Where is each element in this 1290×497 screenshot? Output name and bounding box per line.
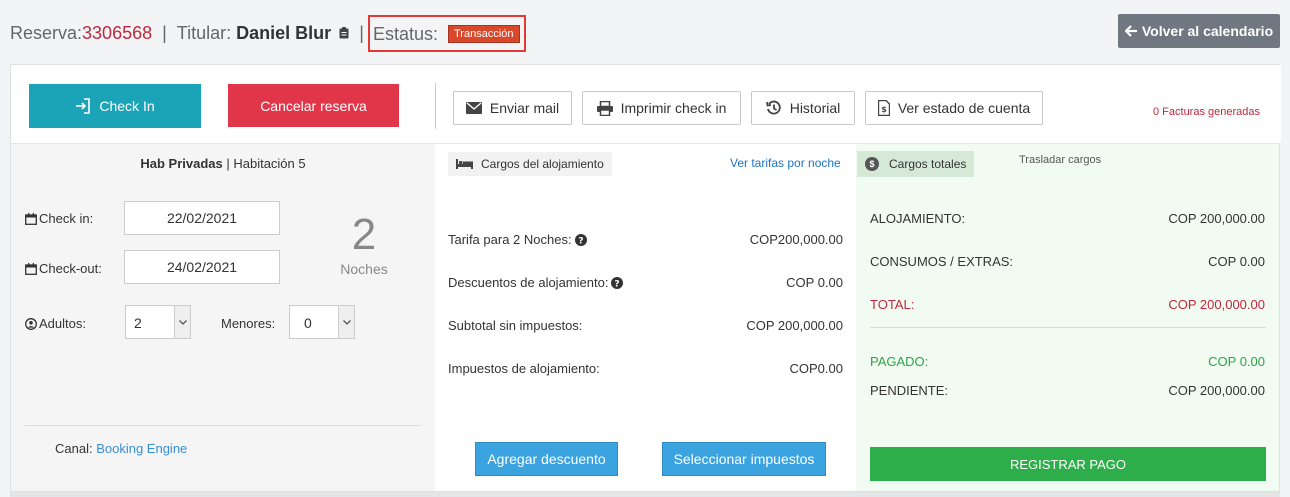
back-to-calendar-button[interactable]: Volver al calendario <box>1118 14 1280 48</box>
adults-select[interactable]: 2 <box>125 305 191 339</box>
minors-label: Menores: <box>221 316 276 331</box>
channel-info: Canal: Booking Engine <box>55 441 187 456</box>
cancel-reservation-button[interactable]: Cancelar reserva <box>228 84 399 127</box>
clipboard-icon[interactable] <box>339 27 349 39</box>
separator: | <box>162 22 167 43</box>
adults-value: 2 <box>134 315 142 331</box>
nights-count: 2 <box>351 210 377 259</box>
taxes-label: Impuestos de alojamiento: <box>448 361 600 376</box>
page-header: Reserva: 3306568 | Titular: Daniel Blur |… <box>0 0 1290 64</box>
page-bottom-strip <box>10 492 1280 497</box>
invoices-count: 0 Facturas generadas <box>1153 106 1261 118</box>
pending-value: COP 200,000.00 <box>1168 383 1265 398</box>
chevron-down-icon <box>338 306 354 338</box>
question-circle-icon[interactable]: ? <box>574 233 587 246</box>
subtotal-label: Subtotal sin impuestos: <box>448 318 583 333</box>
svg-text:?: ? <box>578 236 583 246</box>
accommodation-charges-panel: Cargos del alojamiento Ver tarifas por n… <box>435 144 856 491</box>
separator: | <box>359 22 364 43</box>
taxes-value: COP0.00 <box>789 361 843 376</box>
send-mail-label: Enviar mail <box>489 100 560 116</box>
reservation-summary: Reserva: 3306568 | Titular: Daniel Blur | <box>10 20 374 46</box>
total-charges-panel: $ Cargos totales Trasladar cargos ALOJAM… <box>856 144 1279 491</box>
register-payment-button[interactable]: REGISTRAR PAGO <box>870 447 1266 481</box>
paid-label: PAGADO: <box>870 354 929 369</box>
estatus-label: Estatus: <box>373 24 439 44</box>
total-charges-tab[interactable]: $ Cargos totales <box>857 151 975 177</box>
divider <box>25 425 421 426</box>
account-statement-button[interactable]: $ Ver estado de cuenta <box>865 91 1043 125</box>
print-icon <box>596 100 613 116</box>
reserva-label: Reserva: <box>10 22 83 43</box>
nights-label: Noches <box>340 261 388 277</box>
stay-details-panel: Hab Privadas | Habitación 5 Check in: Ch… <box>11 144 435 491</box>
channel-label: Canal: <box>55 441 93 456</box>
select-taxes-button[interactable]: Seleccionar impuestos <box>662 442 826 476</box>
svg-text:$: $ <box>881 105 887 114</box>
check-out-date-label: Check-out: <box>25 261 102 276</box>
pending-label: PENDIENTE: <box>870 383 949 398</box>
calendar-icon <box>25 262 37 275</box>
action-toolbar: Check In Cancelar reserva Enviar mail Im… <box>11 65 1281 144</box>
transfer-charges-link[interactable]: Trasladar cargos <box>1019 154 1101 166</box>
room-info: Hab Privadas | Habitación 5 <box>11 156 435 171</box>
check-out-date-field[interactable] <box>124 250 280 284</box>
discounts-value: COP 0.00 <box>786 275 843 290</box>
invoice-icon: $ <box>877 100 890 116</box>
total-value: COP 200,000.00 <box>1168 297 1265 312</box>
subtotal-value: COP 200,000.00 <box>746 318 843 333</box>
rate-value: COP200,000.00 <box>749 232 843 247</box>
extras-label: CONSUMOS / EXTRAS: <box>870 254 1014 269</box>
account-label: Ver estado de cuenta <box>897 100 1031 116</box>
svg-text:?: ? <box>615 279 620 289</box>
titular-name: Daniel Blur <box>236 22 332 43</box>
print-label: Imprimir check in <box>620 100 727 116</box>
envelope-icon <box>465 102 482 114</box>
arrow-left-icon <box>1124 25 1137 37</box>
room-name: Habitación 5 <box>233 156 306 171</box>
minors-select[interactable]: 0 <box>289 305 355 339</box>
user-circle-icon <box>25 317 37 330</box>
divider <box>870 327 1266 328</box>
total-label: TOTAL: <box>870 297 915 312</box>
nightly-rates-link[interactable]: Ver tarifas por noche <box>730 156 841 170</box>
reservation-card: Check In Cancelar reserva Enviar mail Im… <box>10 64 1281 492</box>
history-label: Historial <box>789 100 841 116</box>
calendar-icon <box>25 212 37 225</box>
status-highlight: Estatus: Transacción <box>368 15 526 52</box>
check-in-date-label: Check in: <box>25 211 93 226</box>
history-icon <box>765 100 781 115</box>
dollar-circle-icon: $ <box>865 157 879 171</box>
check-in-date-field[interactable] <box>124 201 280 235</box>
history-button[interactable]: Historial <box>751 91 855 125</box>
check-in-label: Check In <box>99 98 155 114</box>
status-badge: Transacción <box>448 25 520 43</box>
bed-icon <box>456 159 473 169</box>
lodging-label: ALOJAMIENTO: <box>870 211 966 226</box>
rate-label: Tarifa para 2 Noches: ? <box>448 232 587 247</box>
question-circle-icon[interactable]: ? <box>611 276 624 289</box>
toolbar-divider <box>435 83 436 129</box>
add-discount-button[interactable]: Agregar descuento <box>475 442 618 476</box>
extras-value: COP 0.00 <box>1208 254 1265 269</box>
print-check-in-button[interactable]: Imprimir check in <box>582 91 741 125</box>
room-type: Hab Privadas <box>140 156 223 171</box>
send-mail-button[interactable]: Enviar mail <box>453 91 572 125</box>
discounts-label: Descuentos de alojamiento: ? <box>448 275 624 290</box>
accommodation-charges-tab[interactable]: Cargos del alojamiento <box>448 152 612 176</box>
minors-value: 0 <box>304 315 312 331</box>
reserva-number: 3306568 <box>82 22 153 43</box>
back-label: Volver al calendario <box>1141 23 1274 39</box>
chevron-down-icon <box>174 306 190 338</box>
titular-label: Titular: <box>176 22 232 43</box>
room-separator: | <box>222 156 234 171</box>
lodging-value: COP 200,000.00 <box>1168 211 1265 226</box>
channel-link[interactable]: Booking Engine <box>96 441 187 456</box>
check-in-button[interactable]: Check In <box>29 84 201 128</box>
paid-value: COP 0.00 <box>1208 354 1265 369</box>
adults-label: Adultos: <box>25 316 86 331</box>
sign-in-icon <box>76 98 91 114</box>
